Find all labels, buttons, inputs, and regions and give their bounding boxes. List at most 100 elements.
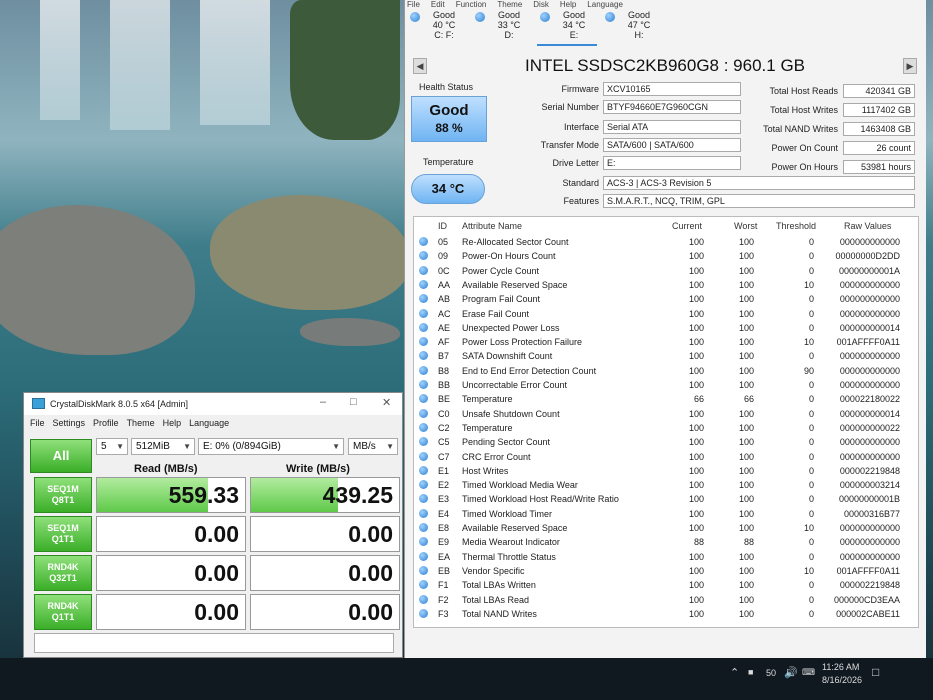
smart-cell: Power Loss Protection Failure [462, 337, 583, 348]
transfer-mode-value: SATA/600 | SATA/600 [603, 138, 741, 152]
cdm-menu-item[interactable]: Theme [127, 418, 155, 428]
cdm-menu-item[interactable]: Help [163, 418, 182, 428]
cdi-menu-item[interactable]: Theme [497, 0, 522, 9]
disk-tab[interactable]: Good 33 °C D: [472, 10, 532, 46]
notification-icon[interactable]: □ [872, 665, 879, 679]
smart-attributes-table[interactable]: ID Attribute Name Current Worst Threshold Raw… [413, 216, 919, 628]
health-status-label: Health Status [419, 82, 474, 92]
test-count-select[interactable]: 5 ▼ [96, 438, 128, 455]
test-size-select[interactable]: 512MiB ▼ [131, 438, 195, 455]
smart-row[interactable]: E9 Media Wearout Indicator 88 88 0 0000000000… [414, 535, 918, 549]
cdm-menu-item[interactable]: Language [189, 418, 229, 428]
firmware-label: Firmware [561, 84, 600, 94]
smart-cell: AA [438, 279, 451, 290]
smart-row[interactable]: BE Temperature 66 66 0 000022180022 [414, 392, 918, 406]
interface-value: Serial ATA [603, 120, 741, 134]
chevron-up-icon[interactable]: ⌃ [730, 666, 739, 679]
waterfall [200, 0, 270, 125]
smart-row[interactable]: 09 Power-On Hours Count 100 100 0 00000000D2D… [414, 249, 918, 263]
disk-tab[interactable]: Good 34 °C E: [537, 10, 597, 46]
smart-row[interactable]: F1 Total LBAs Written 100 100 0 000002219848 [414, 578, 918, 592]
clock-date[interactable]: 8/16/2026 [822, 675, 862, 685]
smart-cell: 100 [688, 551, 704, 562]
speaker-icon[interactable]: 🔊 [784, 666, 798, 679]
smart-cell: 100 [688, 480, 704, 491]
prev-disk-button[interactable]: ◀ [413, 58, 427, 74]
smart-column-header[interactable]: Attribute Name [462, 221, 522, 231]
smart-row[interactable]: AB Program Fail Count 100 100 0 000000000000 [414, 292, 918, 306]
read-result: 0.00 [96, 516, 246, 552]
keyboard-icon[interactable]: ⌨ [802, 667, 815, 678]
cdi-menu-item[interactable]: Help [560, 0, 576, 9]
test-button[interactable]: RND4K Q1T1 [34, 594, 92, 630]
smart-status-icon [419, 237, 428, 246]
smart-row[interactable]: B7 SATA Downshift Count 100 100 0 00000000000… [414, 349, 918, 363]
smart-row[interactable]: F3 Total NAND Writes 100 100 0 000002CABE11 [414, 607, 918, 621]
cdm-menubar: File Settings Profile Theme Help Language [24, 415, 402, 431]
smart-row[interactable]: E3 Timed Workload Host Read/Write Ratio 10… [414, 492, 918, 506]
cdi-menu-item[interactable]: Language [587, 0, 623, 9]
smart-row[interactable]: AA Available Reserved Space 100 100 10 000000… [414, 278, 918, 292]
smart-cell: 0 [808, 494, 814, 505]
smart-column-header[interactable]: ID [438, 221, 447, 231]
test-size-value: 512MiB [136, 441, 170, 452]
cdm-menu-item[interactable]: Profile [93, 418, 119, 428]
smart-row[interactable]: BB Uncorrectable Error Count 100 100 0 000000… [414, 378, 918, 392]
test-button[interactable]: SEQ1M Q1T1 [34, 516, 92, 552]
smart-cell: 100 [688, 265, 704, 276]
smart-row[interactable]: C5 Pending Sector Count 100 100 0 00000000000… [414, 435, 918, 449]
test-button[interactable]: SEQ1M Q8T1 [34, 477, 92, 513]
smart-row[interactable]: F2 Total LBAs Read 100 100 0 000000CD3EAA [414, 593, 918, 607]
smart-cell: 09 [438, 251, 449, 262]
test-button[interactable]: RND4K Q32T1 [34, 555, 92, 591]
smart-cell: 100 [738, 408, 754, 419]
smart-cell: 100 [688, 237, 704, 247]
test-drive-select[interactable]: E: 0% (0/894GiB) ▼ [198, 438, 344, 455]
cdi-menu-item[interactable]: Edit [431, 0, 445, 9]
smart-row[interactable]: C7 CRC Error Count 100 100 0 000000000000 [414, 450, 918, 464]
smart-row[interactable]: C2 Temperature 100 100 0 000000000022 [414, 421, 918, 435]
smart-row[interactable]: E4 Timed Workload Timer 100 100 0 00000316B77 [414, 507, 918, 521]
smart-cell: 000002CABE11 [836, 608, 900, 619]
cdm-menu-item[interactable]: File [30, 418, 45, 428]
smart-row[interactable]: E2 Timed Workload Media Wear 100 100 0 000000… [414, 478, 918, 492]
cdi-menu-item[interactable]: File [407, 0, 420, 9]
next-disk-button[interactable]: ▶ [903, 58, 917, 74]
network-icon[interactable]: ■ [748, 667, 753, 677]
smart-row[interactable]: 0C Power Cycle Count 100 100 0 00000000001A [414, 264, 918, 278]
smart-column-header[interactable]: Raw Values [844, 221, 891, 231]
smart-row[interactable]: EB Vendor Specific 100 100 10 001AFFFF0A11 [414, 564, 918, 578]
smart-row[interactable]: AE Unexpected Power Loss 100 100 0 0000000000… [414, 321, 918, 335]
smart-cell: 100 [688, 279, 704, 290]
smart-row[interactable]: E1 Host Writes 100 100 0 000002219848 [414, 464, 918, 478]
minimize-icon[interactable]: – [320, 396, 326, 408]
cdm-titlebar[interactable]: CrystalDiskMark 8.0.5 x64 [Admin] – □ ✕ [24, 393, 402, 415]
smart-column-header[interactable]: Worst [734, 221, 757, 231]
cdm-window-title: CrystalDiskMark 8.0.5 x64 [Admin] [50, 399, 189, 409]
smart-row[interactable]: AC Erase Fail Count 100 100 0 000000000000 [414, 307, 918, 321]
all-button[interactable]: All [30, 439, 92, 473]
maximize-icon[interactable]: □ [350, 396, 357, 408]
unit-select[interactable]: MB/s ▼ [348, 438, 398, 455]
disk-tab[interactable]: Good 47 °C H: [602, 10, 662, 46]
smart-row[interactable]: EA Thermal Throttle Status 100 100 0 00000000… [414, 550, 918, 564]
comment-field[interactable] [34, 633, 394, 653]
cdm-menu-item[interactable]: Settings [53, 418, 86, 428]
cdi-menu-item[interactable]: Disk [533, 0, 549, 9]
clock-time[interactable]: 11:26 AM [822, 662, 859, 672]
smart-table-header: ID Attribute Name Current Worst Threshold Raw… [414, 217, 918, 235]
smart-cell: E4 [438, 508, 450, 519]
cdi-menu-item[interactable]: Function [456, 0, 487, 9]
close-icon[interactable]: ✕ [382, 396, 391, 409]
smart-column-header[interactable]: Threshold [776, 221, 816, 231]
nand-writes-label: Total NAND Writes [763, 124, 838, 134]
smart-row[interactable]: C0 Unsafe Shutdown Count 100 100 0 0000000000… [414, 407, 918, 421]
smart-cell: Timed Workload Timer [462, 508, 553, 519]
disk-tab[interactable]: Good 40 °C C: F: [407, 10, 467, 46]
smart-row[interactable]: 05 Re-Allocated Sector Count 100 100 0 000000… [414, 235, 918, 249]
smart-column-header[interactable]: Current [672, 221, 702, 231]
smart-row[interactable]: B8 End to End Error Detection Count 100 100… [414, 364, 918, 378]
smart-row[interactable]: E8 Available Reserved Space 100 100 10 000000… [414, 521, 918, 535]
nand-writes-value: 1463408 GB [843, 122, 915, 136]
smart-row[interactable]: AF Power Loss Protection Failure 100 100 10 0… [414, 335, 918, 349]
